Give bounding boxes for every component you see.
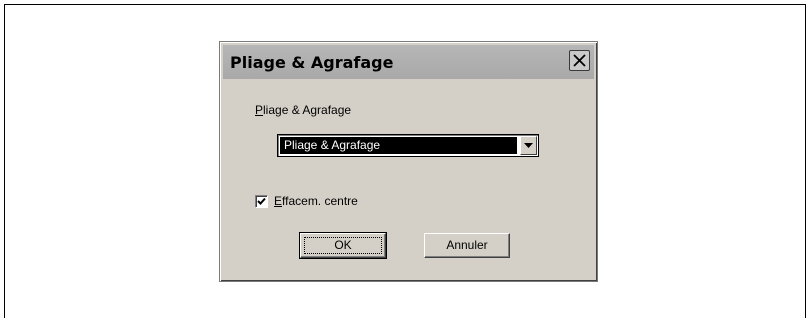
label-mnemonic: P <box>255 103 264 117</box>
close-icon <box>573 54 586 67</box>
select-selected-value: Pliage & Agrafage <box>280 137 517 154</box>
focus-rectangle <box>304 237 382 254</box>
pliage-agrafage-dialog: Pliage & Agrafage Pliage & Agrafage Plia… <box>219 41 598 282</box>
chevron-down-icon <box>524 143 533 148</box>
center-erase-label[interactable]: Effacem. centre <box>274 194 358 208</box>
label-text: ffacem. centre <box>282 194 358 208</box>
label-mnemonic: E <box>274 194 283 208</box>
dialog-title: Pliage & Agrafage <box>230 53 394 72</box>
folding-stapling-label: Pliage & Agrafage <box>255 103 351 117</box>
close-button[interactable] <box>569 50 590 71</box>
cancel-button-label: Annuler <box>446 238 488 252</box>
cancel-button[interactable]: Annuler <box>424 233 510 258</box>
center-erase-checkbox[interactable] <box>255 195 268 208</box>
title-bar: Pliage & Agrafage <box>223 45 594 79</box>
folding-stapling-select[interactable]: Pliage & Agrafage <box>277 134 539 157</box>
label-text: liage & Agrafage <box>263 103 352 117</box>
ok-button[interactable]: OK <box>299 232 387 259</box>
dropdown-button[interactable] <box>520 136 537 155</box>
checkmark-icon <box>257 197 266 205</box>
